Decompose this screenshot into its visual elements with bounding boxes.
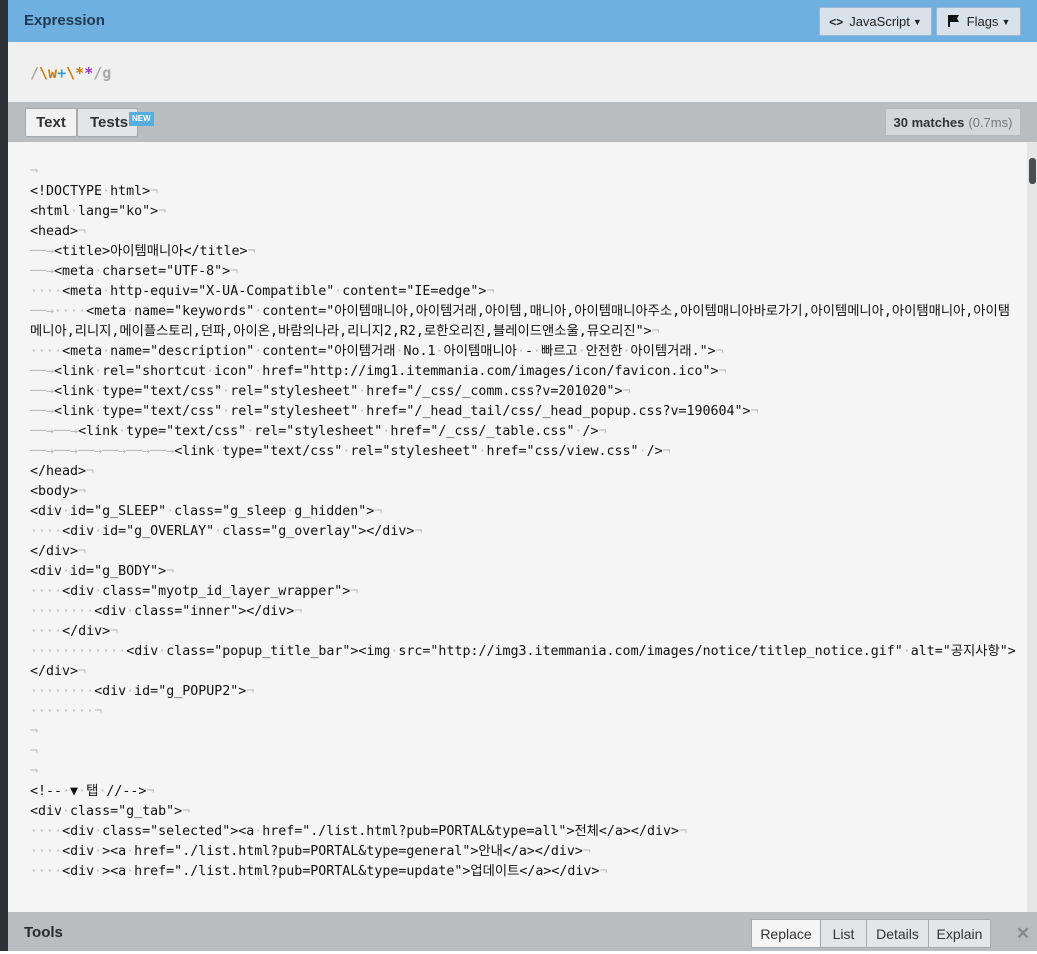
scrollbar-thumb[interactable] bbox=[1029, 158, 1036, 184]
code-line: <div·id="g_SLEEP"·class="g_sleep·g_hidde… bbox=[30, 504, 383, 519]
code-line: ········<div·id="g_POPUP2">¬ bbox=[30, 684, 255, 699]
code-line: ¬ bbox=[30, 724, 39, 739]
flag-icon bbox=[947, 14, 961, 30]
flavor-button[interactable]: <> JavaScript ▼ bbox=[819, 7, 932, 36]
code-line: <!--·▼·탭·//-->¬ bbox=[30, 784, 155, 799]
match-time: (0.7ms) bbox=[968, 114, 1013, 130]
text-editor[interactable]: ¬ <!DOCTYPE·html>¬ <html·lang="ko">¬ <head>… bbox=[8, 142, 1037, 912]
match-count: 30 matches bbox=[893, 114, 965, 130]
tab-text[interactable]: Text bbox=[25, 108, 77, 137]
code-line: ¬ bbox=[30, 164, 39, 179]
editor-scrollbar[interactable] bbox=[1027, 142, 1037, 912]
code-line: ¬ bbox=[30, 744, 39, 759]
flavor-label: JavaScript bbox=[849, 14, 910, 29]
match-status: 30 matches (0.7ms) bbox=[885, 108, 1021, 136]
code-line: ········<div·class="inner"></div>¬ bbox=[30, 604, 303, 619]
code-line: ····<div·class="selected"><a·href="./lis… bbox=[30, 824, 687, 839]
code-line: </head>¬ bbox=[30, 464, 95, 479]
code-line: ············<div·class="popup_title_bar"… bbox=[30, 644, 1016, 679]
code-line: ──→──→──→──→──→──→<link·type="text/css"·… bbox=[30, 444, 671, 459]
code-line: ····<div·><a·href="./list.html?pub=PORTA… bbox=[30, 844, 591, 859]
text-tabs-bar: Text Tests bbox=[8, 102, 1037, 142]
expression-flags: g bbox=[102, 64, 112, 82]
chevron-down-icon: ▼ bbox=[912, 16, 922, 27]
code-line: ¬ bbox=[30, 764, 39, 779]
delimiter-open: / bbox=[30, 64, 40, 82]
code-line: ····<div·class="myotp_id_layer_wrapper">… bbox=[30, 584, 359, 599]
code-line: ──→──→<link·type="text/css"·rel="stylesh… bbox=[30, 424, 607, 439]
token-quantifier: + bbox=[57, 64, 67, 82]
code-line: <body>¬ bbox=[30, 484, 87, 499]
code-line: <!DOCTYPE·html>¬ bbox=[30, 184, 159, 199]
flags-label: Flags bbox=[966, 14, 999, 29]
code-line: ········¬ bbox=[30, 704, 103, 719]
code-line: <div·id="g_BODY">¬ bbox=[30, 564, 175, 579]
code-line: ····</div>¬ bbox=[30, 624, 119, 639]
token-word: \w bbox=[39, 64, 58, 82]
code-line: ──→<meta·charset="UTF-8">¬ bbox=[30, 264, 239, 279]
delimiter-close: / bbox=[93, 64, 103, 82]
code-line: ──→····<meta·name="keywords"·content="아이… bbox=[30, 304, 1010, 339]
token-escaped-star: \* bbox=[66, 64, 85, 82]
code-line: </div>¬ bbox=[30, 544, 87, 559]
code-line: ──→<link·rel="shortcut·icon"·href="http:… bbox=[30, 364, 727, 379]
expression-editor[interactable]: /\w+\**/g bbox=[8, 42, 1037, 102]
flags-button[interactable]: Flags ▼ bbox=[936, 7, 1021, 36]
expression-title: Expression bbox=[24, 12, 105, 29]
code-line: ····<meta·http-equiv="X-UA-Compatible"·c… bbox=[30, 284, 495, 299]
tool-details-button[interactable]: Details bbox=[866, 919, 929, 948]
tool-explain-button[interactable]: Explain bbox=[928, 919, 991, 948]
code-line: <head>¬ bbox=[30, 224, 87, 239]
code-line: <html·lang="ko">¬ bbox=[30, 204, 167, 219]
expression-header: Expression <> JavaScript ▼ Flags ▼ bbox=[8, 0, 1037, 42]
new-badge: NEW bbox=[129, 112, 154, 126]
text-content[interactable]: ¬ <!DOCTYPE·html>¬ <html·lang="ko">¬ <head>… bbox=[30, 162, 1022, 882]
code-line: <div·class="g_tab">¬ bbox=[30, 804, 191, 819]
expression-input[interactable]: /\w+\**/g bbox=[30, 64, 111, 82]
tools-panel: Tools Replace List Details Explain ✕ bbox=[8, 912, 1037, 951]
left-edge-bar bbox=[0, 0, 8, 951]
chevron-down-icon: ▼ bbox=[1001, 16, 1011, 27]
tool-replace-button[interactable]: Replace bbox=[751, 919, 821, 948]
tools-title: Tools bbox=[24, 924, 63, 941]
code-line: ····<div·><a·href="./list.html?pub=PORTA… bbox=[30, 864, 608, 879]
tool-list-button[interactable]: List bbox=[820, 919, 867, 948]
code-line: ····<meta·name="description"·content="아이… bbox=[30, 344, 724, 359]
code-line: ····<div·id="g_OVERLAY"·class="g_overlay… bbox=[30, 524, 423, 539]
close-icon[interactable]: ✕ bbox=[1014, 922, 1032, 946]
token-star: * bbox=[84, 64, 94, 82]
code-line: ──→<link·type="text/css"·rel="stylesheet… bbox=[30, 404, 759, 419]
code-line: ──→<link·type="text/css"·rel="stylesheet… bbox=[30, 384, 631, 399]
code-icon: <> bbox=[829, 14, 844, 29]
code-line: ──→<title>아이템매니아</title>¬ bbox=[30, 244, 256, 259]
